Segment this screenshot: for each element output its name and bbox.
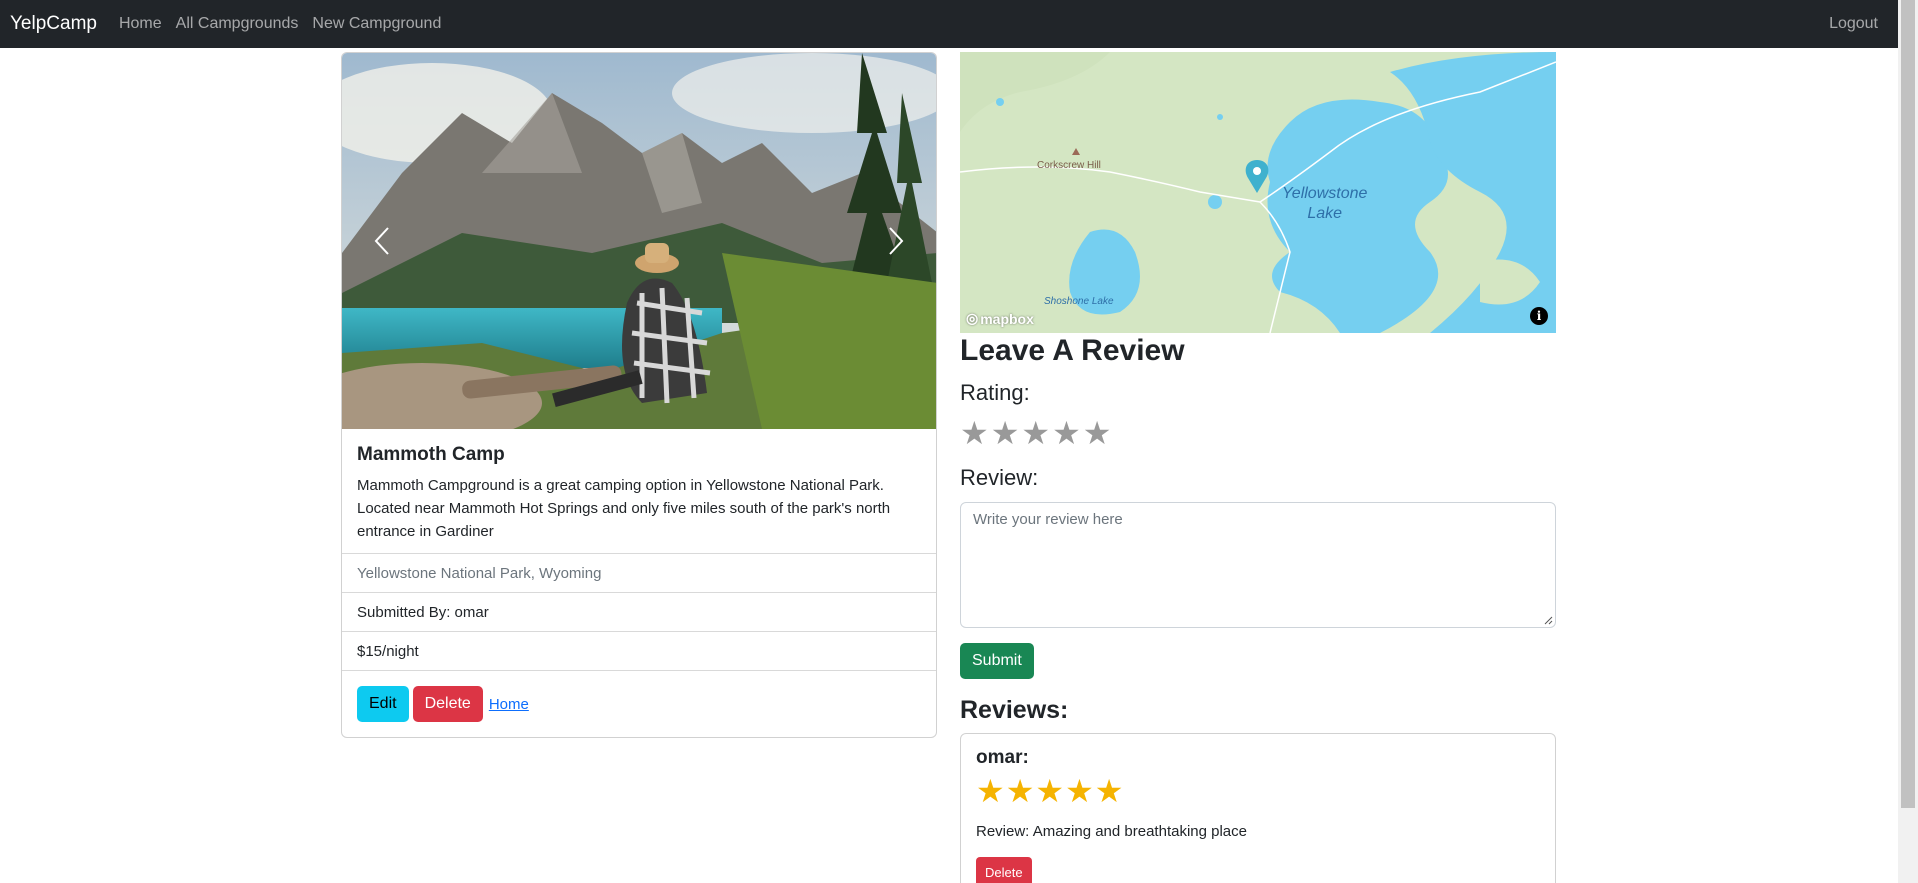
chevron-right-icon	[889, 227, 904, 255]
edit-button[interactable]: Edit	[357, 686, 409, 722]
reviews-heading: Reviews:	[960, 696, 1069, 724]
map-label-hill: Corkscrew Hill	[1037, 160, 1101, 171]
location-map[interactable]: Corkscrew Hill Yellowstone Lake Shoshone…	[960, 52, 1556, 333]
card-actions: Edit Delete Home	[342, 670, 936, 737]
nav-home-link[interactable]: Home	[119, 15, 162, 33]
star-filled-icon: ★	[1005, 773, 1035, 809]
campground-card: Mammoth Camp Mammoth Campground is a gre…	[341, 52, 937, 738]
leave-review-heading: Leave A Review	[960, 334, 1185, 367]
scrollbar-thumb[interactable]	[1901, 0, 1915, 808]
campground-description: Mammoth Campground is a great camping op…	[357, 477, 891, 540]
rating-star-3-icon[interactable]: ★	[1021, 417, 1050, 449]
home-link[interactable]: Home	[489, 696, 529, 713]
map-label-lake: Yellowstone Lake	[1282, 184, 1367, 224]
resize-grip-icon[interactable]	[1543, 615, 1553, 625]
image-carousel	[342, 53, 936, 429]
star-filled-icon: ★	[976, 773, 1005, 809]
delete-review-button[interactable]: Delete	[976, 857, 1032, 883]
lake-label-line1: Yellowstone	[1282, 185, 1368, 202]
campground-title: Mammoth Camp	[357, 444, 505, 465]
map-canvas[interactable]	[960, 52, 1556, 333]
mapbox-logo[interactable]: ◎ mapbox	[966, 310, 1034, 327]
card-body: Mammoth Camp Mammoth Campground is a gre…	[342, 429, 936, 553]
brand-link[interactable]: YelpCamp	[10, 13, 97, 35]
campground-location: Yellowstone National Park, Wyoming	[342, 553, 936, 592]
star-filled-icon: ★	[1065, 773, 1094, 809]
page-scrollbar[interactable]	[1898, 0, 1918, 883]
logout-link[interactable]: Logout	[1829, 15, 1878, 33]
lake-label-line2: Lake	[1307, 205, 1343, 222]
carousel-next-button[interactable]	[856, 53, 936, 429]
review-author: omar:	[976, 747, 1029, 768]
rating-input[interactable]: ★ ★ ★ ★ ★	[960, 417, 1111, 449]
review-textarea[interactable]: Write your review here	[960, 502, 1556, 628]
star-filled-icon: ★	[1094, 773, 1124, 809]
delete-campground-button[interactable]: Delete	[412, 686, 483, 722]
rating-star-1-icon[interactable]: ★	[960, 417, 989, 449]
review-rating: ★ ★ ★ ★ ★	[976, 775, 1540, 807]
star-filled-icon: ★	[1035, 773, 1065, 809]
map-label-small-lake: Shoshone Lake	[1044, 296, 1114, 307]
campground-price: $15/night	[342, 631, 936, 670]
info-icon[interactable]: i	[1530, 307, 1548, 325]
nav-new-campground-link[interactable]: New Campground	[312, 15, 441, 33]
carousel-prev-button[interactable]	[342, 53, 422, 429]
mapbox-icon: ◎	[966, 310, 979, 326]
submit-review-button[interactable]: Submit	[960, 643, 1034, 679]
rating-label: Rating:	[960, 380, 1030, 405]
rating-star-2-icon[interactable]: ★	[991, 417, 1020, 449]
nav-all-campgrounds-link[interactable]: All Campgrounds	[176, 15, 299, 33]
campground-photo	[342, 53, 936, 429]
review-placeholder: Write your review here	[973, 511, 1123, 528]
review-card: omar: ★ ★ ★ ★ ★ Review: Amazing and brea…	[960, 733, 1556, 883]
review-text: Review: Amazing and breathtaking place	[976, 823, 1247, 840]
rating-star-5-icon[interactable]: ★	[1083, 417, 1112, 449]
mapbox-logo-text: mapbox	[980, 310, 1034, 327]
chevron-left-icon	[374, 227, 389, 255]
campground-author: Submitted By: omar	[342, 592, 936, 631]
review-label: Review:	[960, 465, 1039, 490]
navbar: YelpCamp Home All Campgrounds New Campgr…	[0, 0, 1898, 48]
rating-star-4-icon[interactable]: ★	[1052, 417, 1081, 449]
